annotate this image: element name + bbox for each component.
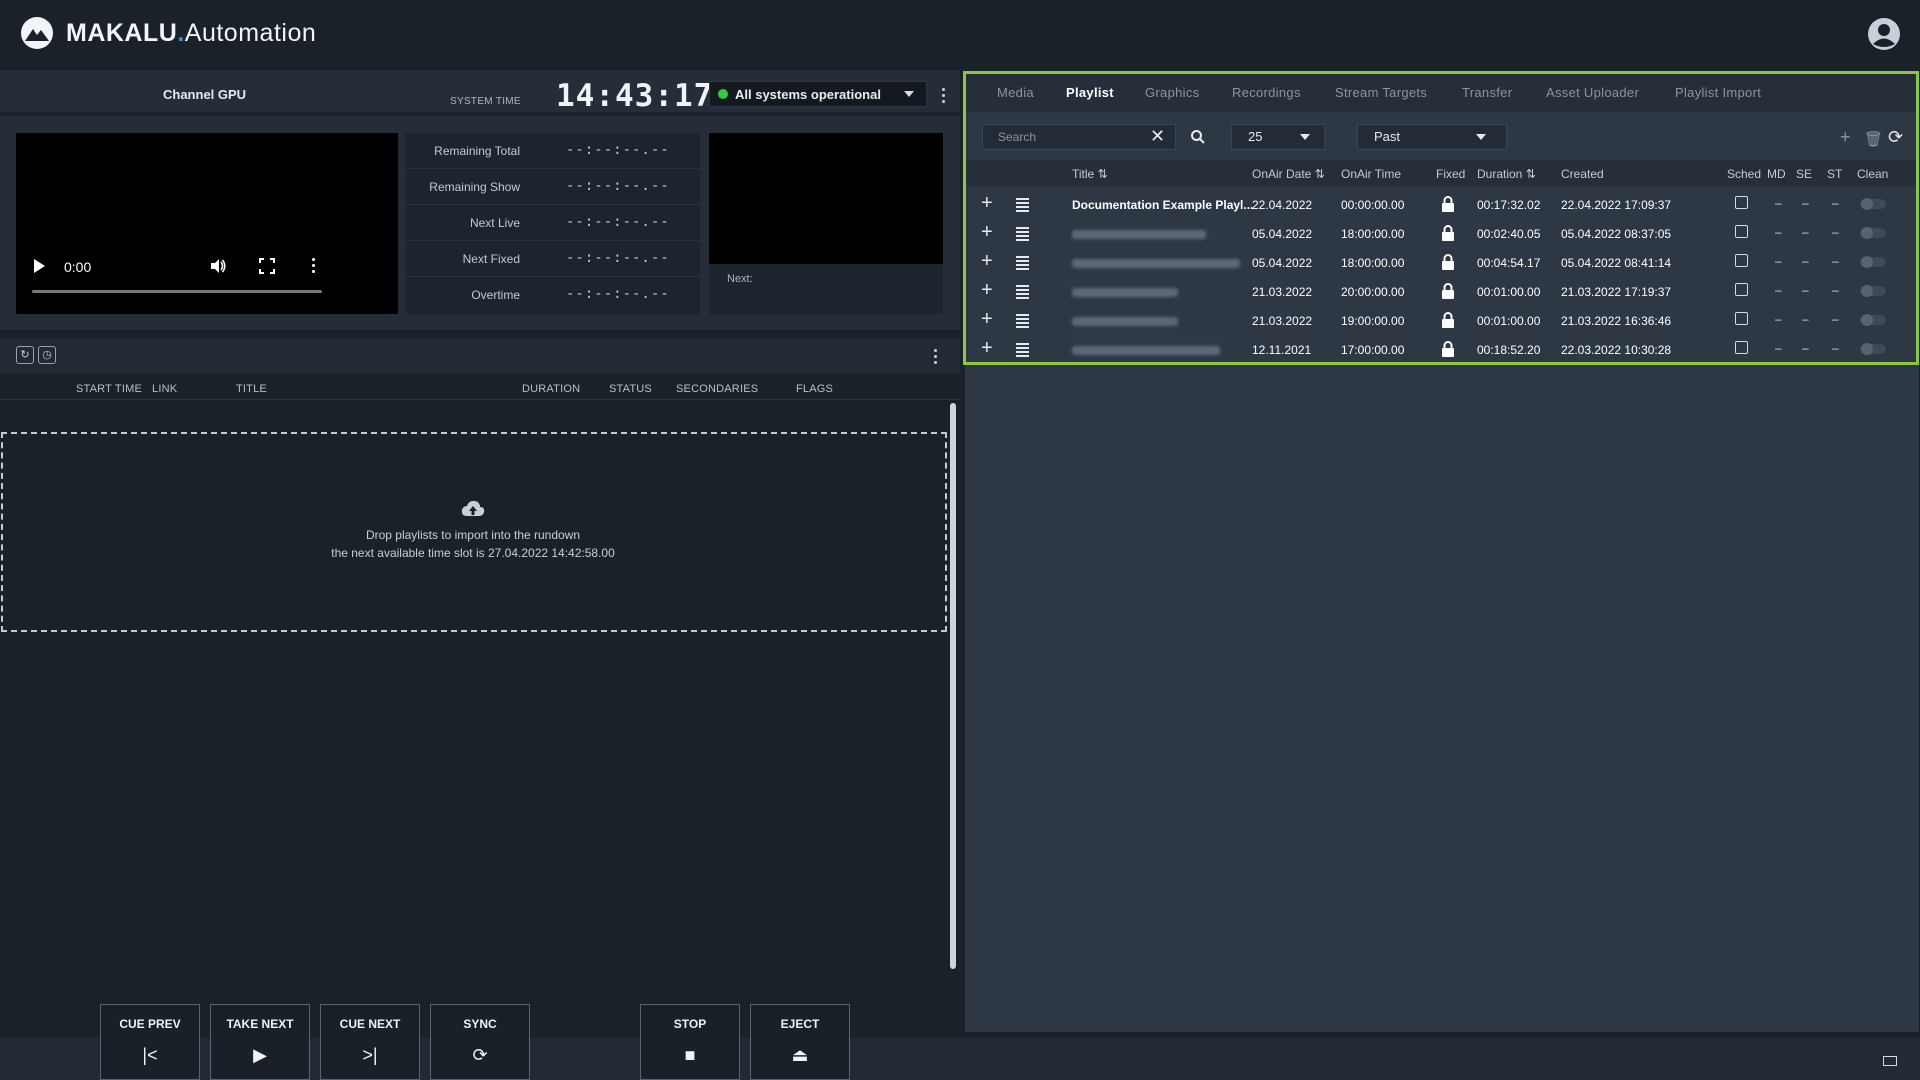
eject-button[interactable]: EJECT ⏏ (750, 1004, 850, 1080)
rundown-more-icon[interactable] (934, 349, 938, 367)
timer-label: Next Fixed (462, 252, 520, 266)
timer-label: Remaining Show (429, 180, 520, 194)
sync-button[interactable]: SYNC ⟳ (430, 1004, 530, 1080)
user-account-icon[interactable] (1867, 17, 1901, 51)
play-icon: ▶ (253, 1045, 267, 1065)
take-next-button[interactable]: TAKE NEXT ▶ (210, 1004, 310, 1080)
next-label: Next: (727, 273, 753, 285)
button-label: CUE PREV (119, 1017, 181, 1031)
window-icon[interactable] (1883, 1056, 1897, 1066)
col-secondaries: SECONDARIES (676, 383, 759, 395)
highlight-frame (963, 71, 1919, 365)
channel-title: Channel GPU (163, 87, 247, 102)
app-logo-text: MAKALU.Automation (66, 19, 317, 47)
cue-next-button[interactable]: CUE NEXT >| (320, 1004, 420, 1080)
system-status-text: All systems operational (735, 87, 881, 102)
button-label: STOP (673, 1017, 707, 1031)
col-flags: FLAGS (796, 383, 834, 395)
timer-overtime: Overtime --:--:--.-- (406, 277, 700, 313)
skip-next-icon: >| (362, 1045, 378, 1065)
fullscreen-icon[interactable] (259, 258, 275, 274)
timer-remaining-show: Remaining Show --:--:--.-- (406, 169, 700, 205)
next-info (709, 264, 943, 314)
cloud-upload-icon (461, 500, 485, 516)
stop-button[interactable]: STOP ■ (640, 1004, 740, 1080)
timer-value: --:--:--.-- (566, 214, 670, 230)
col-title: TITLE (236, 383, 267, 395)
timer-icon[interactable]: ◷ (38, 346, 56, 364)
timer-label: Overtime (471, 288, 520, 302)
video-progress-bar[interactable] (32, 290, 322, 293)
chevron-down-icon (904, 91, 914, 97)
stop-icon: ■ (684, 1045, 696, 1065)
video-player[interactable] (16, 133, 398, 314)
button-label: TAKE NEXT (226, 1017, 294, 1031)
system-time-clock: 14:43:17 (556, 78, 714, 114)
timer-value: --:--:--.-- (566, 142, 670, 158)
volume-icon[interactable] (209, 257, 227, 275)
timer-value: --:--:--.-- (566, 250, 670, 266)
video-options-icon[interactable] (312, 258, 316, 276)
skip-previous-icon: |< (142, 1045, 158, 1065)
system-time-label: SYSTEM TIME (450, 96, 521, 107)
col-duration: DURATION (522, 383, 581, 395)
timer-label: Remaining Total (434, 144, 520, 158)
next-slot-text: the next available time slot is 27.04.20… (331, 546, 615, 560)
sync-icon: ⟳ (472, 1045, 488, 1065)
timer-label: Next Live (469, 216, 520, 230)
rundown-toolbar (0, 338, 960, 374)
video-current-time: 0:00 (64, 259, 92, 275)
cue-prev-button[interactable]: CUE PREV |< (100, 1004, 200, 1080)
timer-value: --:--:--.-- (566, 178, 670, 194)
col-status: STATUS (609, 383, 652, 395)
drop-hint-text: Drop playlists to import into the rundow… (365, 528, 581, 542)
timer-value: --:--:--.-- (566, 286, 670, 302)
play-icon[interactable] (34, 259, 45, 273)
rundown-scrollbar[interactable] (950, 403, 956, 969)
makalu-logo-icon (21, 17, 53, 49)
button-label: CUE NEXT (339, 1017, 401, 1031)
button-label: SYNC (463, 1017, 497, 1031)
col-start-time: START TIME (76, 383, 142, 395)
eject-icon: ⏏ (791, 1045, 809, 1065)
channel-more-icon[interactable] (942, 88, 946, 106)
button-label: EJECT (780, 1017, 820, 1031)
refresh-icon[interactable]: ↻ (16, 346, 34, 364)
next-preview (709, 133, 943, 264)
col-link: LINK (152, 383, 178, 395)
timer-remaining-total: Remaining Total --:--:--.-- (406, 133, 700, 169)
timer-next-live: Next Live --:--:--.-- (406, 205, 700, 241)
timer-next-fixed: Next Fixed --:--:--.-- (406, 241, 700, 277)
status-indicator-dot (718, 89, 728, 99)
